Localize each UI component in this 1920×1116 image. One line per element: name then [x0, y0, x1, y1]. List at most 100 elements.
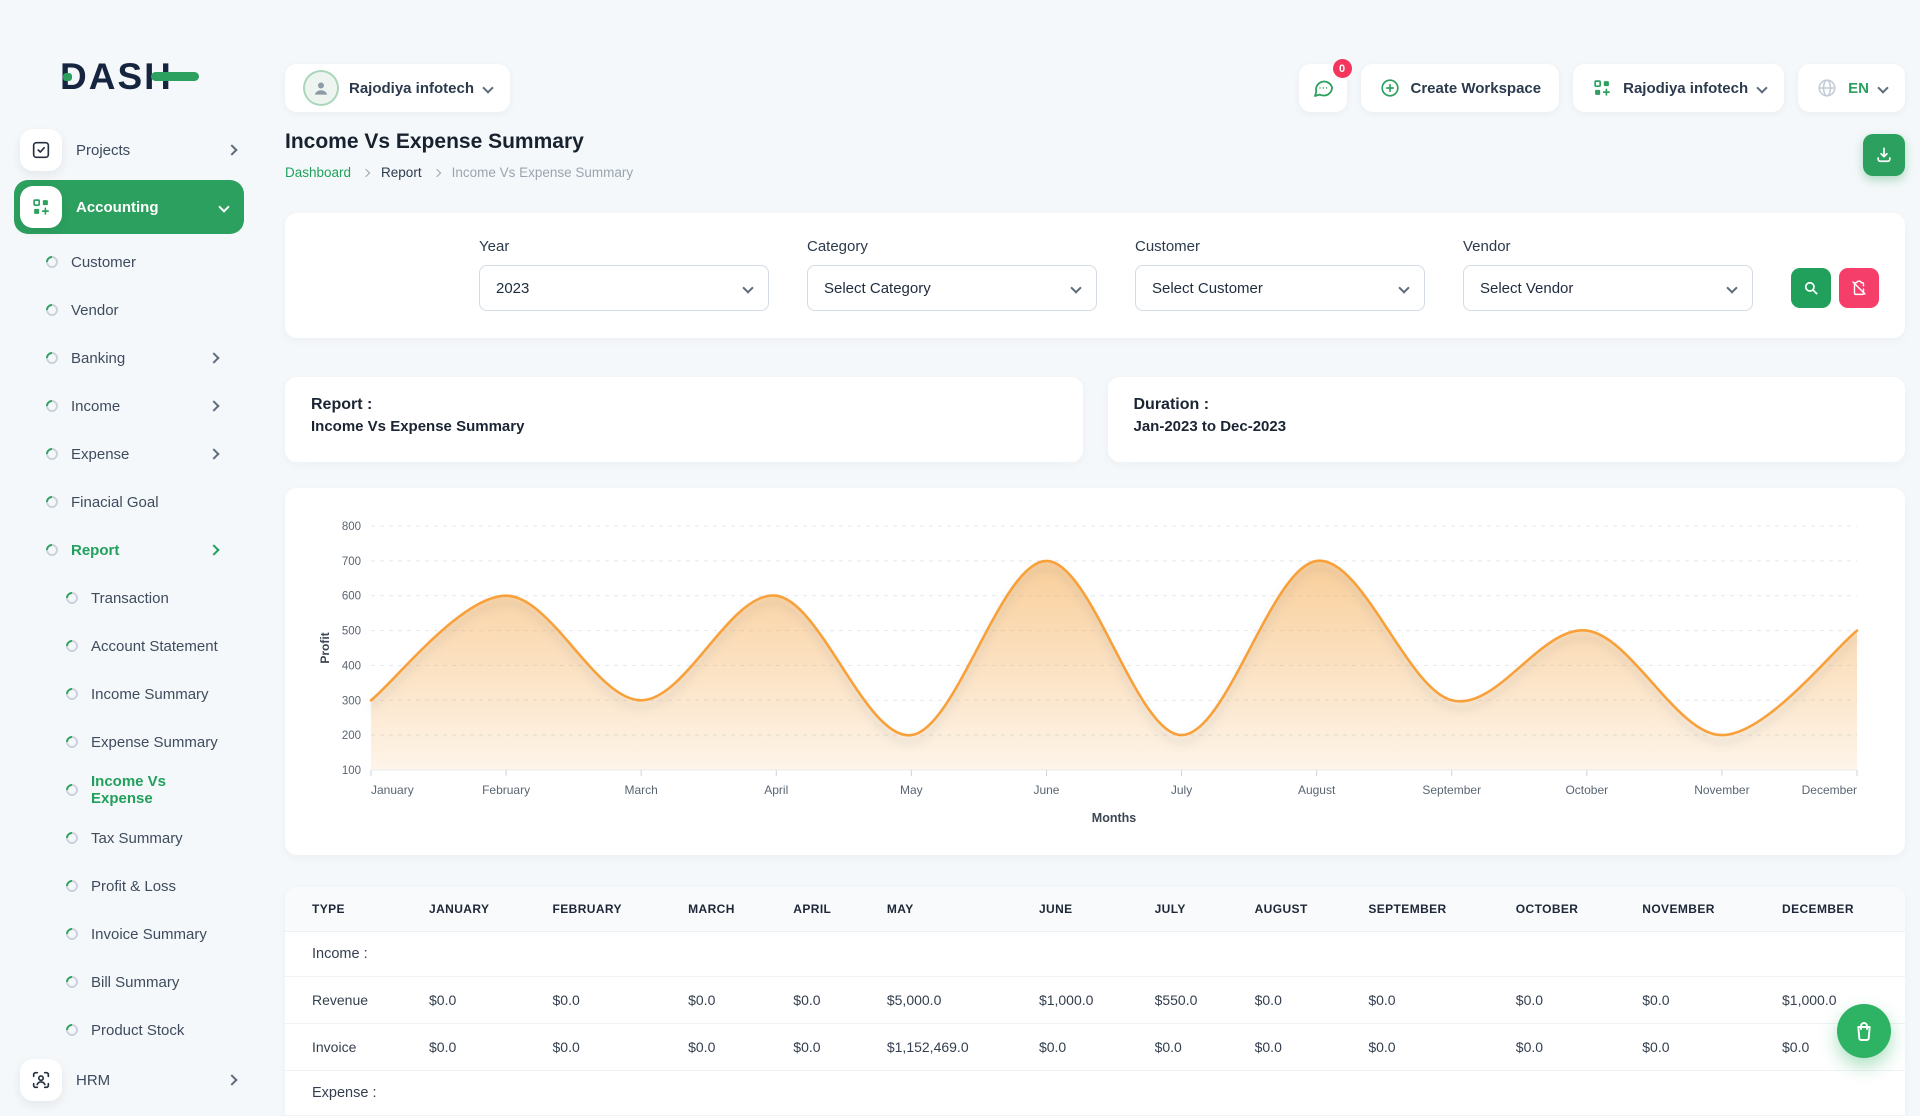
svg-text:April: April	[764, 783, 788, 797]
table-header-cell: FEBRUARY	[537, 887, 673, 932]
svg-text:400: 400	[342, 660, 361, 672]
duration-card-title: Duration :	[1134, 396, 1880, 414]
create-workspace-button[interactable]: Create Workspace	[1361, 64, 1560, 112]
reset-filter-button[interactable]	[1839, 268, 1879, 308]
sidebar-item-label: Income Summary	[91, 686, 218, 703]
bullet-ring-icon	[64, 734, 81, 751]
bullet-ring-icon	[64, 590, 81, 607]
sidebar-item-customer[interactable]: Customer	[0, 238, 258, 286]
sidebar-item-income-vs-expense[interactable]: Income Vs Expense	[0, 766, 258, 814]
sidebar-item-transaction[interactable]: Transaction	[0, 574, 258, 622]
sidebar-item-label: Bill Summary	[91, 974, 218, 991]
sidebar-item-label: Customer	[71, 254, 218, 271]
sidebar-item-accounting[interactable]: Accounting	[14, 180, 244, 234]
search-icon	[1802, 279, 1820, 297]
table-section-label: Expense :	[285, 1071, 1905, 1116]
svg-text:February: February	[482, 783, 530, 797]
vendor-select[interactable]: Select Vendor	[1463, 265, 1753, 311]
bullet-ring-icon	[44, 254, 61, 271]
workspace-switcher-right[interactable]: Rajodiya infotech	[1573, 64, 1784, 112]
sidebar-item-vendor[interactable]: Vendor	[0, 286, 258, 334]
profit-chart-card: 100200300400500600700800JanuaryFebruaryM…	[285, 488, 1905, 855]
sidebar-item-product-stock[interactable]: Product Stock	[0, 1006, 258, 1054]
svg-text:December: December	[1802, 783, 1857, 797]
table-cell: $0.0	[1352, 1024, 1499, 1071]
messages-count-badge: 0	[1333, 59, 1352, 78]
sidebar-item-expense-summary[interactable]: Expense Summary	[0, 718, 258, 766]
sidebar-item-income[interactable]: Income	[0, 382, 258, 430]
table-header-cell: JULY	[1139, 887, 1239, 932]
sidebar-item-banking[interactable]: Banking	[0, 334, 258, 382]
sidebar-item-tax-summary[interactable]: Tax Summary	[0, 814, 258, 862]
sidebar-item-label: Accounting	[76, 199, 206, 216]
sidebar-menu: Projects Accounting Customer Vendor	[0, 124, 258, 1106]
create-workspace-label: Create Workspace	[1411, 80, 1542, 97]
svg-text:September: September	[1422, 783, 1481, 797]
sidebar-item-label: Expense	[71, 446, 197, 463]
sidebar-item-income-summary[interactable]: Income Summary	[0, 670, 258, 718]
breadcrumb-dashboard[interactable]: Dashboard	[285, 165, 351, 180]
chat-icon	[1311, 76, 1335, 100]
sidebar-item-bill-summary[interactable]: Bill Summary	[0, 958, 258, 1006]
purchase-fab-button[interactable]	[1837, 1004, 1891, 1058]
sidebar-item-label: Report	[71, 542, 197, 559]
language-selector[interactable]: EN	[1798, 64, 1905, 112]
table-section-label: Income :	[285, 932, 1905, 977]
table-cell: $0.0	[672, 1024, 777, 1071]
table-header-cell: APRIL	[777, 887, 871, 932]
sidebar-item-account-statement[interactable]: Account Statement	[0, 622, 258, 670]
category-select-value: Select Category	[824, 280, 931, 297]
chevron-right-icon	[432, 168, 440, 176]
breadcrumb-report[interactable]: Report	[381, 165, 422, 180]
svg-text:500: 500	[342, 626, 361, 638]
bullet-ring-icon	[64, 830, 81, 847]
sidebar-item-label: Finacial Goal	[71, 494, 218, 511]
income-expense-table-card: TYPEJANUARYFEBRUARYMARCHAPRILMAYJUNEJULY…	[285, 887, 1905, 1116]
year-select-value: 2023	[496, 280, 529, 297]
sidebar-item-finacial-goal[interactable]: Finacial Goal	[0, 478, 258, 526]
customer-select[interactable]: Select Customer	[1135, 265, 1425, 311]
sidebar-item-expense[interactable]: Expense	[0, 430, 258, 478]
table-cell: $0.0	[1500, 977, 1626, 1024]
svg-text:200: 200	[342, 730, 361, 742]
table-row: Invoice$0.0$0.0$0.0$0.0$1,152,469.0$0.0$…	[285, 1024, 1905, 1071]
download-button[interactable]	[1863, 134, 1905, 176]
chevron-down-icon	[742, 282, 753, 293]
sidebar-item-invoice-summary[interactable]: Invoice Summary	[0, 910, 258, 958]
year-filter: Year 2023	[479, 238, 769, 311]
sidebar-item-label: HRM	[76, 1072, 214, 1089]
chevron-right-icon	[226, 144, 237, 155]
brand-logo[interactable]: DASH	[60, 56, 173, 98]
sidebar-item-report[interactable]: Report	[0, 526, 258, 574]
report-card-title: Report :	[311, 396, 1057, 414]
table-header-cell: NOVEMBER	[1626, 887, 1766, 932]
chevron-right-icon	[208, 448, 219, 459]
download-icon	[1874, 145, 1894, 165]
sidebar-item-profit-loss[interactable]: Profit & Loss	[0, 862, 258, 910]
sidebar-item-hrm[interactable]: HRM	[0, 1054, 258, 1106]
report-card-value: Income Vs Expense Summary	[311, 418, 1057, 435]
sidebar-item-projects[interactable]: Projects	[0, 124, 258, 176]
messages-button[interactable]: 0	[1299, 64, 1347, 112]
sidebar: DASH Projects Accounting	[0, 0, 258, 1080]
table-cell: $0.0	[413, 977, 537, 1024]
category-select[interactable]: Select Category	[807, 265, 1097, 311]
year-select[interactable]: 2023	[479, 265, 769, 311]
bullet-ring-icon	[44, 350, 61, 367]
apply-filter-button[interactable]	[1791, 268, 1831, 308]
sidebar-item-label: Transaction	[91, 590, 218, 607]
sidebar-item-label: Banking	[71, 350, 197, 367]
chevron-down-icon	[1726, 282, 1737, 293]
clipboard-off-icon	[1850, 279, 1868, 297]
workspace-grid-icon	[1591, 77, 1613, 99]
chevron-down-icon	[1070, 282, 1081, 293]
svg-text:June: June	[1033, 783, 1059, 797]
duration-card: Duration : Jan-2023 to Dec-2023	[1108, 377, 1906, 462]
main-content: Rajodiya infotech 0 Create Workspace Raj…	[258, 0, 1920, 1080]
table-cell: $0.0	[1352, 977, 1499, 1024]
bullet-ring-icon	[64, 1022, 81, 1039]
income-expense-table: TYPEJANUARYFEBRUARYMARCHAPRILMAYJUNEJULY…	[285, 887, 1905, 1116]
brand-logo-dash-icon	[151, 72, 199, 81]
workspace-switcher-left[interactable]: Rajodiya infotech	[285, 64, 510, 112]
summary-cards: Report : Income Vs Expense Summary Durat…	[285, 377, 1905, 462]
